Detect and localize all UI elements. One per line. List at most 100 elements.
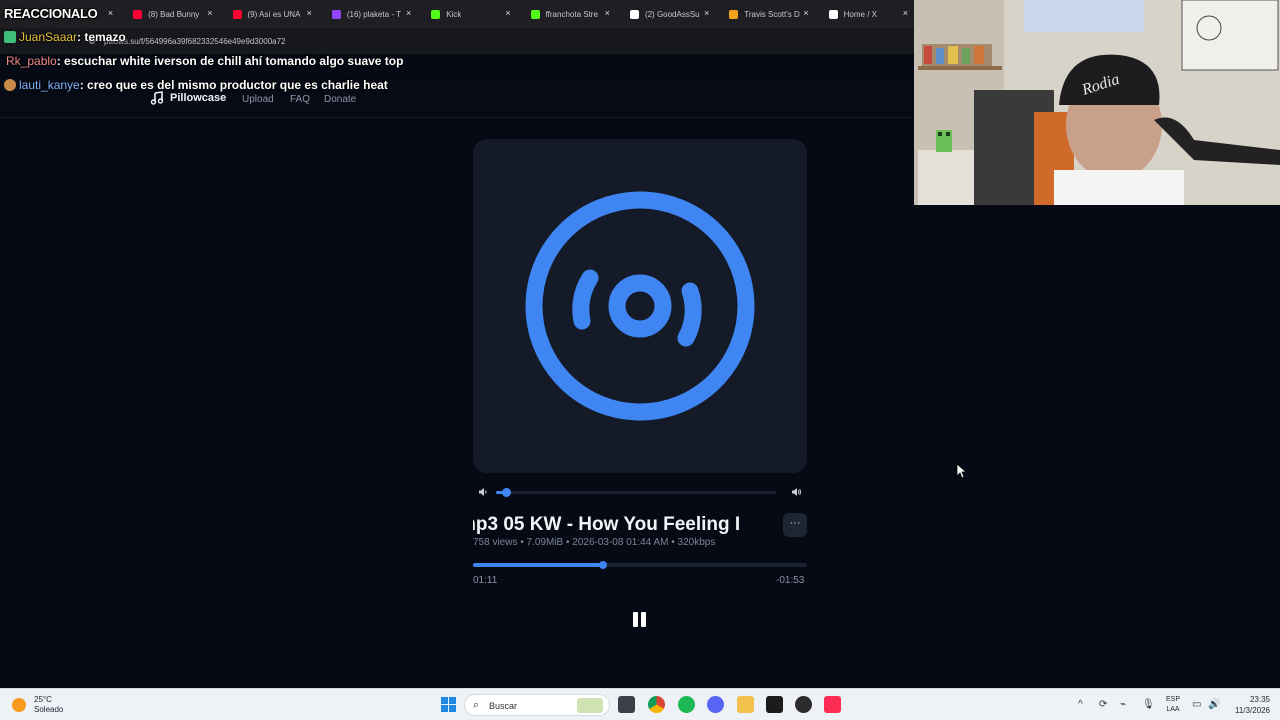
pause-button[interactable] — [632, 611, 648, 629]
browser-tab[interactable]: Travis Scott's D × — [715, 0, 814, 28]
spotify-icon[interactable] — [678, 696, 695, 713]
tab-favicon-icon — [530, 9, 540, 19]
tab-close-icon[interactable]: × — [605, 8, 610, 18]
tab-close-icon[interactable]: × — [108, 8, 113, 18]
browser-tab[interactable]: ffranchota Stre × — [517, 0, 616, 28]
nav-donate[interactable]: Donate — [324, 94, 356, 105]
remaining-time: -01:53 — [776, 575, 805, 586]
tab-label: ffranchota Stre — [545, 9, 598, 19]
browser-tab[interactable]: Kick × — [417, 0, 516, 28]
tab-label: (2) GoodAssSu — [644, 9, 700, 19]
track-title: mp3 05 KW - How You Feeling I — [473, 512, 773, 538]
chat-username: Rk_pablo — [6, 54, 57, 68]
tab-close-icon[interactable]: × — [307, 8, 312, 18]
microphone-icon[interactable]: 🎙 — [1142, 699, 1155, 710]
chat-text: : escuchar white iverson de chill ahí to… — [56, 54, 404, 68]
chat-badge-icon — [4, 31, 16, 43]
tiktok-icon[interactable] — [824, 696, 841, 713]
tab-favicon-icon — [232, 9, 242, 19]
site-logo[interactable]: Pillowcase — [150, 91, 226, 105]
chat-message: Rk_pablo: escuchar white iverson de chil… — [6, 54, 403, 68]
system-clock[interactable]: 23:35 11/3/2026 — [1235, 694, 1270, 716]
tab-label: (9) Así es UNA — [247, 9, 301, 19]
tab-label: Home / X — [843, 9, 877, 19]
nav-faq[interactable]: FAQ — [290, 94, 310, 105]
tab-favicon-icon — [629, 9, 639, 19]
seek-handle[interactable] — [599, 561, 608, 569]
display-icon[interactable]: ▭ — [1192, 699, 1201, 710]
webcam-feed: Rodia — [914, 0, 1280, 205]
stream-title: REACCIONALO — [4, 6, 98, 21]
search-placeholder: Buscar — [489, 701, 518, 711]
capcut-icon[interactable] — [766, 696, 783, 713]
seek-bar-fill — [473, 563, 604, 567]
chat-message: JuanSaaar: temazo — [4, 30, 126, 44]
chevron-up-icon[interactable]: ^ — [1078, 699, 1083, 710]
url-text[interactable]: pillows.su/f/564996a39f682332546e49e9d30… — [104, 37, 286, 46]
chat-text: : temazo — [77, 30, 126, 44]
tab-favicon-icon — [828, 9, 838, 19]
track-title-text: mp3 05 KW - How You Feeling I — [473, 514, 741, 535]
tab-close-icon[interactable]: × — [704, 8, 709, 18]
webcam-overlay: Rodia — [914, 0, 1280, 205]
volume-low-icon[interactable] — [478, 487, 488, 497]
tab-close-icon[interactable]: × — [207, 8, 212, 18]
elapsed-time: 01:11 — [473, 575, 498, 586]
chat-username: JuanSaaar — [19, 30, 78, 44]
browser-tab[interactable]: Home / X × — [815, 0, 914, 28]
search-highlight-icon — [577, 698, 603, 713]
browser-url-bar[interactable]: ⚙ pillows.su/f/564996a39f682332546e49e9d… — [0, 28, 914, 54]
weather-widget[interactable]: 25°C Soleado — [12, 695, 63, 715]
windows-taskbar: 25°C Soleado ⌕ Buscar ^ ⟳ ⌁ 🎙 ESP LAA ▭ … — [0, 688, 1280, 720]
language-code: ESP — [1165, 696, 1180, 703]
speaker-icon[interactable]: 🔊 — [1208, 699, 1220, 710]
browser-tab[interactable]: (2) GoodAssSu × — [616, 0, 715, 28]
mouse-cursor-icon — [956, 463, 966, 479]
keyboard-layout: LAA — [1166, 706, 1180, 713]
tab-close-icon[interactable]: × — [903, 8, 908, 18]
seek-bar[interactable] — [473, 561, 807, 569]
browser-tab-strip: M × (8) Bad Bunny × (9) Así es UNA × (16) plak… — [0, 0, 914, 28]
file-explorer-icon[interactable] — [737, 696, 754, 713]
vinyl-disc-icon — [525, 191, 755, 421]
more-options-button[interactable]: ··· — [783, 513, 807, 537]
weather-condition: Soleado — [34, 705, 64, 714]
tab-favicon-icon — [431, 9, 441, 19]
chrome-icon[interactable] — [648, 696, 665, 713]
logo-text: Pillowcase — [170, 92, 227, 104]
tab-label: Kick — [446, 9, 462, 19]
chat-badge-icon — [4, 79, 16, 91]
volume-high-icon[interactable] — [791, 487, 802, 497]
chat-message: lauti_kanye: creo que es del mismo produ… — [4, 78, 388, 92]
browser-tab[interactable]: (16) plaketa - T × — [318, 0, 417, 28]
nav-upload[interactable]: Upload — [242, 94, 274, 105]
windows-start-icon[interactable] — [440, 696, 457, 713]
volume-handle[interactable] — [502, 488, 512, 497]
volume-slider[interactable] — [496, 488, 776, 497]
task-view-icon[interactable] — [618, 696, 635, 713]
obs-icon[interactable] — [795, 696, 812, 713]
network-icon[interactable]: ⌁ — [1120, 699, 1126, 710]
tab-close-icon[interactable]: × — [803, 8, 808, 18]
tab-favicon-icon — [729, 9, 739, 19]
track-metadata: 758 views • 7.09MiB • 2026-03-08 01:44 A… — [473, 537, 716, 548]
browser-tab[interactable]: (8) Bad Bunny × — [119, 0, 218, 28]
tab-favicon-icon — [331, 9, 341, 19]
chat-text: : creo que es del mismo productor que es… — [79, 78, 388, 92]
browser-tab[interactable]: (9) Así es UNA × — [219, 0, 318, 28]
clock-date: 11/3/2026 — [1235, 706, 1270, 715]
discord-icon[interactable] — [707, 696, 724, 713]
tab-close-icon[interactable]: × — [406, 8, 411, 18]
tab-label: (8) Bad Bunny — [148, 9, 200, 19]
pause-icon — [633, 612, 638, 627]
volume-control — [476, 485, 806, 499]
pause-icon-bar — [641, 612, 646, 627]
taskbar-search[interactable]: ⌕ Buscar — [464, 694, 610, 716]
tab-close-icon[interactable]: × — [505, 8, 510, 18]
clock-time: 23:35 — [1249, 695, 1270, 704]
tab-label: (16) plaketa - T — [346, 9, 401, 19]
input-language[interactable]: ESP LAA — [1163, 695, 1183, 715]
weather-temperature: 25°C — [34, 695, 52, 704]
sync-icon[interactable]: ⟳ — [1099, 699, 1107, 710]
tab-label: Travis Scott's D — [744, 9, 800, 19]
